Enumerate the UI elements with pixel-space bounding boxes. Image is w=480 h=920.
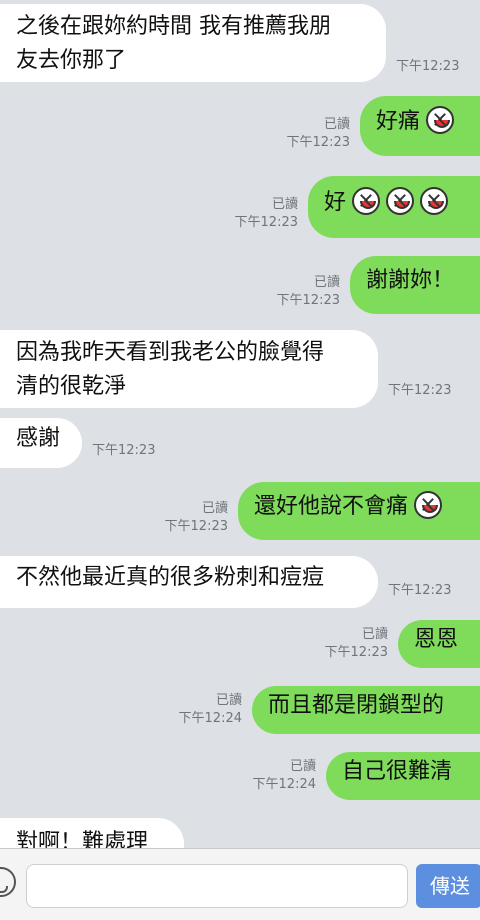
outgoing-message-bubble: 好痛 bbox=[360, 96, 480, 156]
read-receipt: 已讀 bbox=[215, 693, 242, 708]
message-text: 之後在跟妳約時間 我有推薦我朋 bbox=[16, 14, 331, 39]
grin-face-icon bbox=[414, 491, 443, 519]
message-time: 下午12:23 bbox=[396, 59, 460, 74]
message-time: 下午12:24 bbox=[252, 777, 316, 792]
grin-face-icon bbox=[386, 187, 415, 215]
grin-face-icon bbox=[420, 187, 449, 215]
grin-face-icon bbox=[352, 187, 381, 215]
message-time: 下午12:23 bbox=[164, 519, 228, 534]
incoming-message-bubble: 不然他最近真的很多粉刺和痘痘 bbox=[0, 556, 378, 608]
read-receipt: 已讀 bbox=[313, 275, 340, 290]
outgoing-message-bubble: 好 bbox=[308, 176, 480, 238]
outgoing-message-bubble: 自己很難清 bbox=[326, 752, 480, 800]
message-time: 下午12:23 bbox=[276, 293, 340, 308]
message-time: 下午12:24 bbox=[178, 711, 242, 726]
message-text: 還好他說不會痛 bbox=[254, 494, 409, 519]
message-time: 下午12:23 bbox=[234, 215, 298, 230]
chat-area[interactable]: 之後在跟妳約時間 我有推薦我朋 友去你那了 下午12:23 已讀 下午12:23… bbox=[0, 0, 480, 848]
message-text: 感謝 bbox=[16, 426, 61, 451]
read-receipt: 已讀 bbox=[361, 627, 388, 642]
message-text: 因為我昨天看到我老公的臉覺得 bbox=[16, 340, 325, 365]
read-receipt: 已讀 bbox=[323, 117, 350, 132]
smiley-icon[interactable] bbox=[0, 867, 16, 897]
message-text: 謝謝妳！ bbox=[366, 268, 455, 293]
outgoing-message-bubble: 恩恩 bbox=[398, 620, 480, 668]
message-input[interactable] bbox=[26, 864, 408, 908]
message-time: 下午12:23 bbox=[286, 135, 350, 150]
outgoing-message-bubble: 而且都是閉鎖型的 bbox=[252, 686, 480, 734]
message-text: 對啊！難處理 bbox=[16, 830, 149, 848]
message-text: 不然他最近真的很多粉刺和痘痘 bbox=[16, 565, 325, 590]
message-time: 下午12:23 bbox=[324, 645, 388, 660]
message-time: 下午12:23 bbox=[388, 383, 452, 398]
message-text: 好 bbox=[324, 190, 347, 215]
message-time: 下午12:23 bbox=[388, 583, 452, 598]
outgoing-message-bubble: 還好他說不會痛 bbox=[238, 482, 480, 540]
read-receipt: 已讀 bbox=[271, 197, 298, 212]
message-text: 清的很乾淨 bbox=[16, 374, 127, 399]
incoming-message-bubble: 之後在跟妳約時間 我有推薦我朋 友去你那了 bbox=[0, 4, 386, 82]
read-receipt: 已讀 bbox=[289, 759, 316, 774]
message-text: 恩恩 bbox=[414, 627, 459, 652]
message-text: 自己很難清 bbox=[342, 759, 453, 784]
incoming-message-bubble: 因為我昨天看到我老公的臉覺得 清的很乾淨 bbox=[0, 330, 378, 408]
message-composer: 傳送 bbox=[0, 848, 480, 920]
message-text: 而且都是閉鎖型的 bbox=[268, 693, 445, 718]
tear-face-icon bbox=[426, 106, 455, 134]
message-text: 友去你那了 bbox=[16, 48, 127, 73]
message-time: 下午12:23 bbox=[92, 443, 156, 458]
send-button[interactable]: 傳送 bbox=[416, 864, 480, 908]
outgoing-message-bubble: 謝謝妳！ bbox=[350, 256, 480, 314]
incoming-message-bubble: 感謝 bbox=[0, 418, 82, 468]
incoming-message-bubble: 對啊！難處理 bbox=[0, 818, 184, 848]
read-receipt: 已讀 bbox=[201, 501, 228, 516]
message-text: 好痛 bbox=[376, 109, 421, 134]
